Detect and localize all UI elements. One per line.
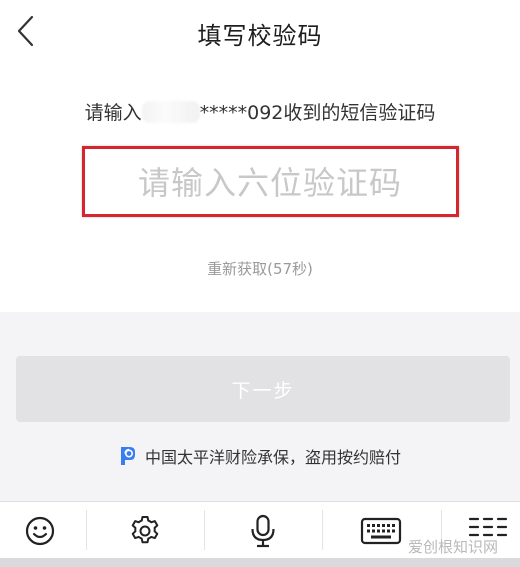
- hint-prefix: 请输入: [84, 102, 142, 124]
- page: 填写校验码 请输入*****092收到的短信验证码 重新获取(57秒) 下一步 …: [0, 0, 520, 567]
- keyboard-area: [0, 558, 520, 567]
- page-title: 填写校验码: [197, 22, 323, 50]
- next-step-button[interactable]: 下一步: [16, 356, 510, 422]
- shield-icon: [120, 447, 135, 465]
- toolbar-divider: [322, 510, 323, 550]
- nav-bar: 填写校验码: [0, 0, 520, 64]
- settings-button[interactable]: [115, 502, 175, 559]
- keyboard-switch-button[interactable]: [351, 502, 411, 559]
- insurance-guarantee: 中国太平洋财险承保，盗用按约赔付: [0, 443, 520, 469]
- voice-input-button[interactable]: [233, 502, 293, 559]
- sms-hint: 请输入 *****092收到的短信验证码: [0, 98, 520, 125]
- toolbar-divider: [204, 510, 205, 550]
- guarantee-text: 中国太平洋财险承保，盗用按约赔付: [144, 448, 401, 467]
- masked-phone-number: [141, 101, 200, 123]
- resend-code-link[interactable]: 重新获取(57秒): [0, 258, 520, 279]
- gear-icon: [131, 515, 159, 543]
- verification-code-field: [82, 146, 459, 217]
- emoji-button[interactable]: [10, 502, 70, 559]
- watermark: 爱创根知识网: [407, 538, 498, 556]
- keyboard-icon: [360, 517, 402, 544]
- microphone-icon: [251, 514, 275, 547]
- form-area: 填写校验码 请输入 *****092收到的短信验证码 重新获取(57秒): [0, 0, 520, 312]
- verification-code-input[interactable]: [95, 157, 445, 209]
- toolbar-divider: [86, 510, 87, 550]
- emoji-icon: [25, 516, 55, 545]
- hint-suffix: *****092收到的短信验证码: [199, 102, 436, 124]
